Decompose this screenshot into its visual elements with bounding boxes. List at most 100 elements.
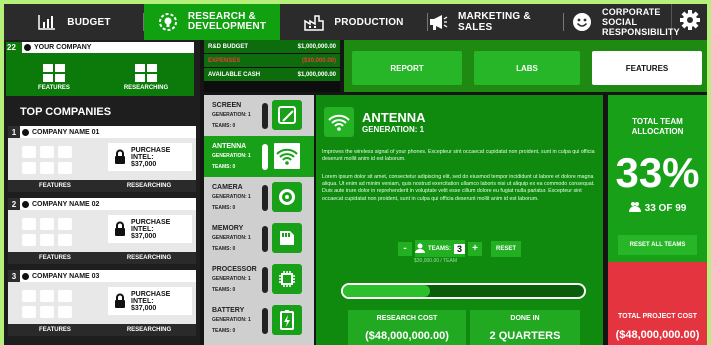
intel-label: PURCHASE INTEL:	[131, 146, 171, 161]
lightbulb-gear-icon	[158, 12, 178, 32]
company-rank: 2	[8, 198, 20, 210]
wifi-icon	[324, 107, 354, 137]
component-generation: GENERATION: 1	[212, 111, 251, 118]
reset-label: RESET	[495, 245, 516, 252]
decrease-teams-button[interactable]: -	[398, 241, 412, 256]
wifi-icon	[272, 141, 302, 171]
tab-production[interactable]: PRODUCTION	[280, 4, 428, 40]
team-icon	[628, 201, 641, 215]
teams-value[interactable]: 3	[454, 243, 465, 254]
component-battery[interactable]: BATTERY GENERATION: 1 TEAMS: 0	[204, 300, 314, 341]
allocation-label-line1: TOTAL TEAM	[632, 117, 683, 126]
component-antenna[interactable]: ANTENNA GENERATION: 1 TEAMS: 0	[204, 136, 314, 177]
component-processor[interactable]: PROCESSOR GENERATION: 1 TEAMS: 0	[204, 259, 314, 300]
minus-label: -	[403, 243, 407, 254]
battery-icon	[272, 305, 302, 335]
teams-label: TEAMS:	[428, 245, 451, 252]
component-list: SCREEN GENERATION: 1 TEAMS: 0 ANTENNA GENER…	[204, 95, 314, 345]
tab-labs[interactable]: LABS	[474, 51, 580, 85]
researching-label: RESEARCHING	[126, 255, 172, 261]
company-card-3[interactable]: 3 COMPANY NAME 03 PURCHASE INTEL: $37,000…	[8, 270, 196, 336]
component-name: MEMORY	[212, 224, 244, 232]
tab-features[interactable]: FEATURES	[592, 51, 702, 85]
cash-value: $1,000,000.00	[297, 71, 336, 78]
intel-label: PURCHASE INTEL:	[131, 218, 171, 233]
done-in-label: DONE IN	[510, 315, 540, 322]
features-grid-icon	[22, 218, 72, 246]
purchase-intel-button[interactable]: PURCHASE INTEL: $37,000	[108, 215, 192, 243]
your-company-card[interactable]: 22 YOUR COMPANY FEATURES RESEARCHING	[6, 42, 194, 96]
feature-name: ANTENNA	[362, 110, 426, 125]
company-card-1[interactable]: 1 COMPANY NAME 01 PURCHASE INTEL: $37,000…	[8, 126, 196, 192]
plus-label: +	[472, 243, 478, 254]
tab-research-development[interactable]: RESEARCH & DEVELOPMENT	[144, 4, 280, 40]
tab-label: BUDGET	[67, 16, 111, 28]
your-features[interactable]: FEATURES	[10, 56, 98, 94]
researching-label: RESEARCHING	[126, 183, 172, 189]
lock-icon	[114, 293, 126, 310]
component-toggle[interactable]	[262, 226, 268, 252]
budget-value: $1,000,000.00	[297, 43, 336, 50]
component-teams: TEAMS: 0	[212, 245, 236, 252]
camera-icon	[272, 182, 302, 212]
megaphone-icon	[428, 12, 448, 32]
component-toggle[interactable]	[262, 103, 268, 129]
component-memory[interactable]: MEMORY GENERATION: 1 TEAMS: 0	[204, 218, 314, 259]
budget-row: R&D BUDGET $1,000,000.00	[204, 40, 340, 53]
tab-labs-label: LABS	[516, 63, 538, 73]
component-screen[interactable]: SCREEN GENERATION: 1 TEAMS: 0	[204, 95, 314, 136]
purchase-intel-button[interactable]: PURCHASE INTEL: $37,000	[108, 143, 192, 171]
company-name: COMPANY NAME 01	[32, 128, 100, 136]
company-logo-icon	[22, 272, 29, 280]
company-rank: 1	[8, 126, 20, 138]
tab-corporate-social-responsibility[interactable]: CORPORATE SOCIAL RESPONSIBILITY	[564, 4, 680, 40]
increase-teams-button[interactable]: +	[468, 241, 482, 256]
company-logo-icon	[22, 200, 29, 208]
component-generation: GENERATION: 1	[212, 193, 251, 200]
component-toggle[interactable]	[262, 308, 268, 334]
researching-label: RESEARCHING	[126, 327, 172, 333]
allocation-panel: TOTAL TEAM ALLOCATION 33% 33 OF 99 RESET…	[608, 95, 707, 345]
company-rank: 3	[8, 270, 20, 282]
cash-label: AVAILABLE CASH	[208, 71, 261, 78]
factory-icon	[304, 12, 325, 32]
component-camera[interactable]: CAMERA GENERATION: 1 TEAMS: 0	[204, 177, 314, 218]
component-teams: TEAMS: 0	[212, 286, 236, 293]
component-teams: TEAMS: 0	[212, 122, 236, 129]
company-logo-icon	[24, 44, 31, 51]
subtab-bar: REPORT LABS FEATURES	[344, 40, 707, 92]
gear-icon	[679, 9, 701, 36]
expenses-value: ($30,000.00)	[301, 57, 336, 64]
component-toggle[interactable]	[262, 267, 268, 293]
tab-marketing-sales[interactable]: MARKETING & SALES	[428, 4, 564, 40]
researching-label: RESEARCHING	[123, 85, 169, 91]
expenses-row: EXPENSES ($30,000.00)	[204, 54, 340, 67]
features-grid-icon	[22, 146, 72, 174]
reset-button[interactable]: RESET	[491, 240, 521, 257]
features-label: FEATURES	[38, 85, 70, 91]
purchase-intel-button[interactable]: PURCHASE INTEL: $37,000	[108, 287, 192, 315]
tab-budget[interactable]: BUDGET	[4, 4, 144, 40]
component-teams: TEAMS: 0	[212, 204, 236, 211]
lock-icon	[114, 221, 126, 238]
component-toggle[interactable]	[262, 144, 268, 170]
intel-price: $37,000	[131, 232, 157, 240]
your-company-name: YOUR COMPANY	[34, 44, 92, 51]
component-name: CAMERA	[212, 183, 243, 191]
total-project-cost-value: ($48,000,000.00)	[615, 329, 700, 341]
tab-label-line2: DEVELOPMENT	[187, 21, 267, 32]
your-researching[interactable]: RESEARCHING	[102, 56, 190, 94]
researching-grid-icon	[135, 64, 157, 82]
research-cost-box: RESEARCH COST ($48,000,000.00)	[348, 310, 466, 345]
features-label: FEATURES	[39, 183, 71, 189]
reset-all-teams-button[interactable]: RESET ALL TEAMS	[618, 235, 697, 255]
tab-report[interactable]: REPORT	[352, 51, 462, 85]
component-toggle[interactable]	[262, 185, 268, 211]
lock-icon	[114, 149, 126, 166]
component-name: BATTERY	[212, 306, 245, 314]
company-card-2[interactable]: 2 COMPANY NAME 02 PURCHASE INTEL: $37,000…	[8, 198, 196, 264]
intel-price: $37,000	[131, 160, 157, 168]
component-teams: TEAMS: 0	[212, 327, 236, 334]
your-company-number: 22	[7, 43, 16, 52]
component-name: PROCESSOR	[212, 265, 257, 273]
